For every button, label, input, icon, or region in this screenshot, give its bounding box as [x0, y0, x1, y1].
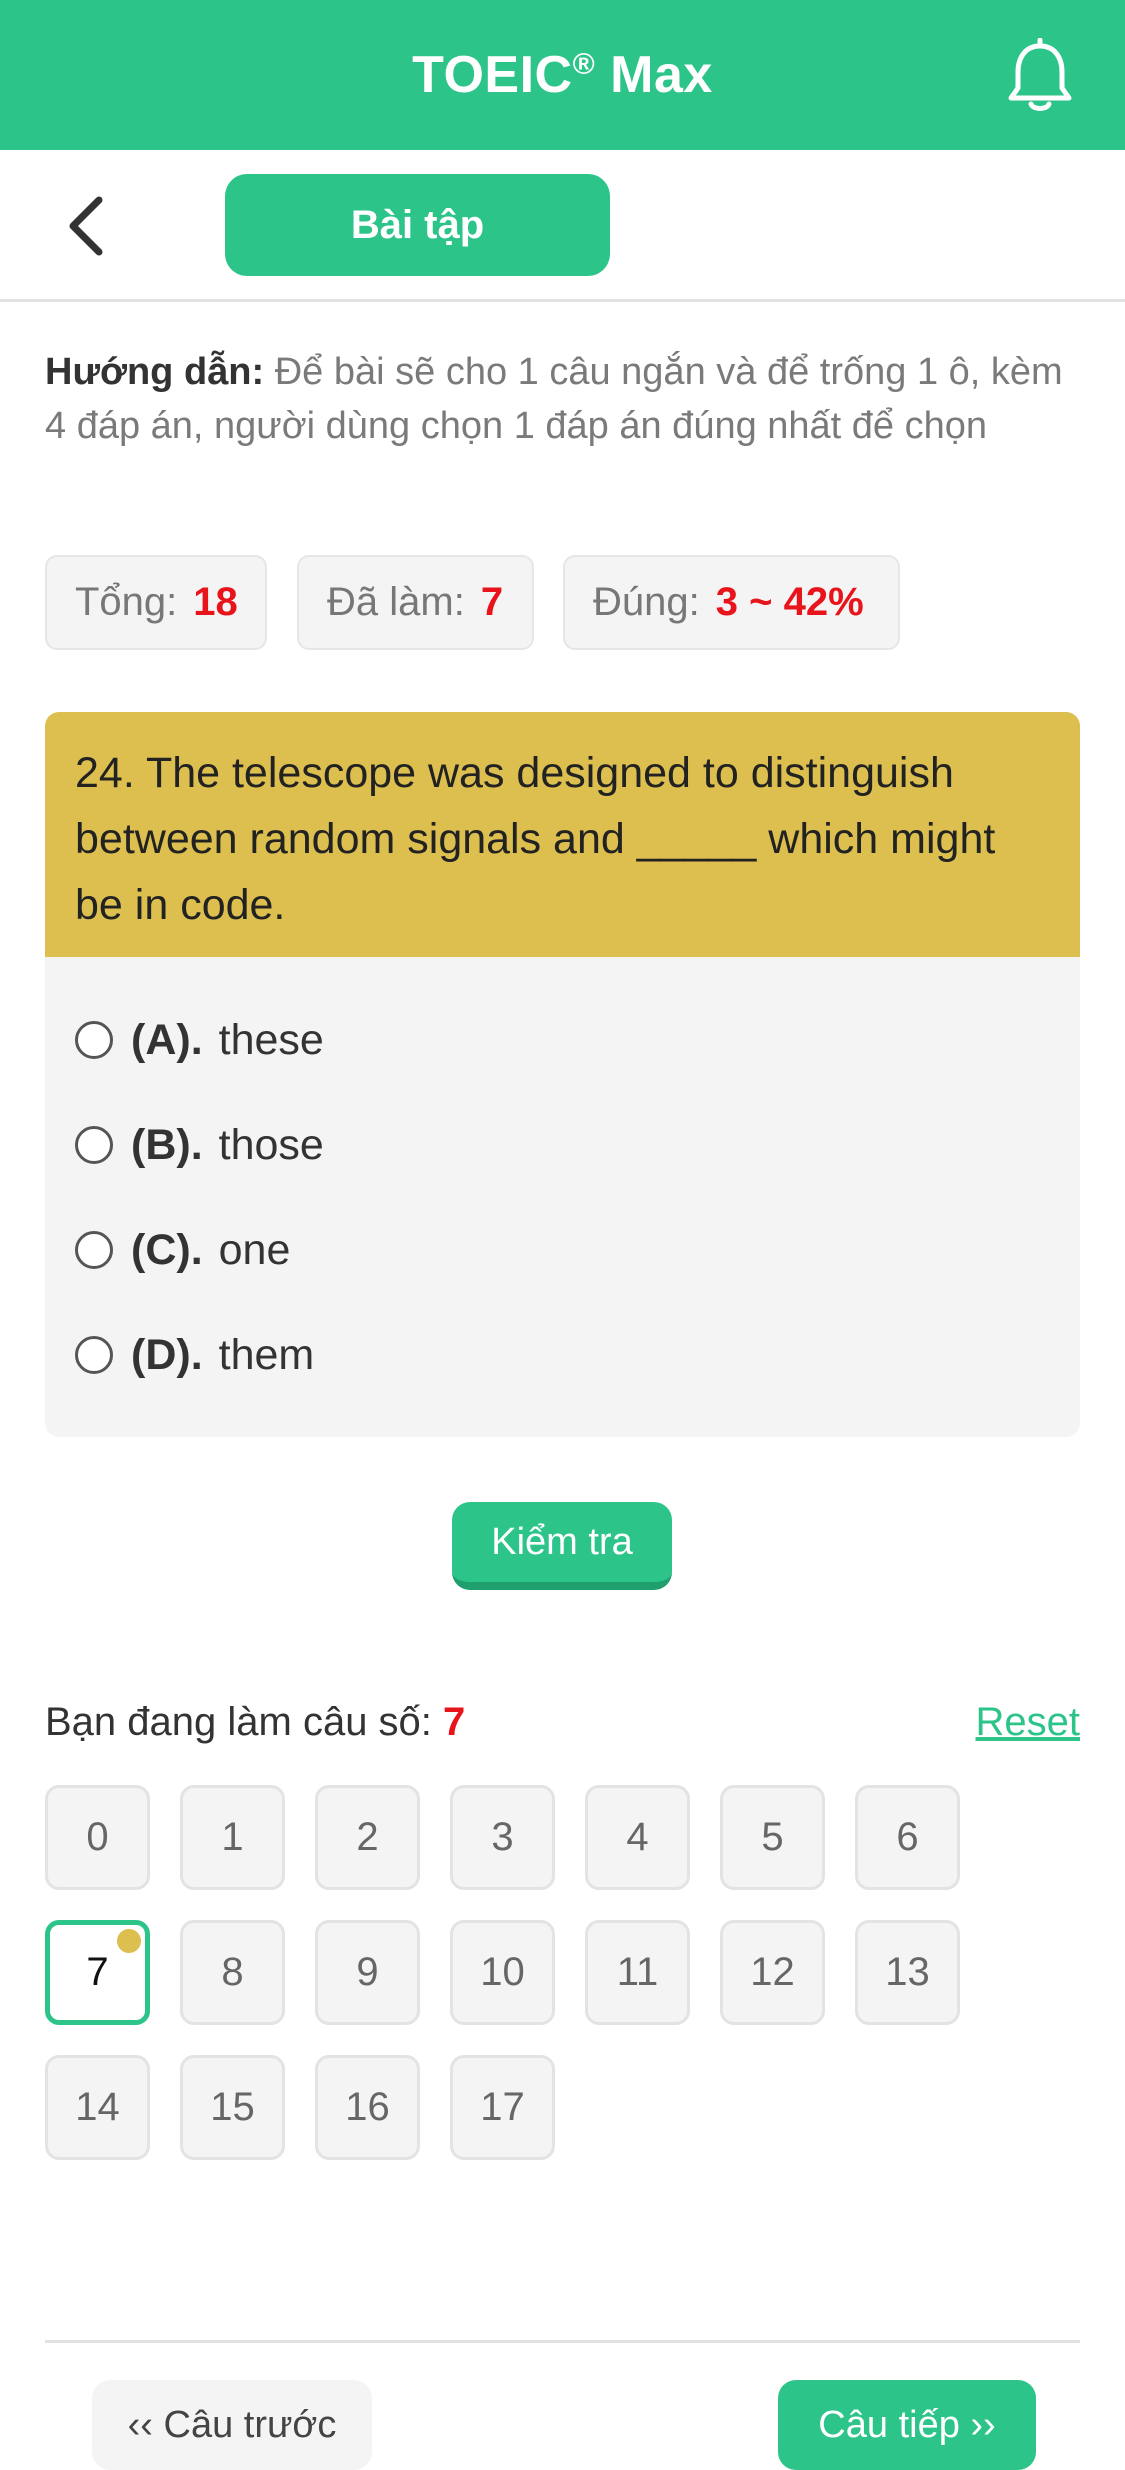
tab-exercise[interactable]: Bài tập: [225, 174, 610, 276]
chevron-left-icon[interactable]: [55, 190, 125, 262]
question-text: 24. The telescope was designed to distin…: [45, 712, 1080, 957]
current-indicator-dot: [117, 1929, 141, 1953]
radio-button-icon[interactable]: [75, 1336, 113, 1374]
radio-button-icon[interactable]: [75, 1126, 113, 1164]
question-number-cell[interactable]: 9: [315, 1920, 420, 2025]
instructions: Hướng dẫn: Để bài sẽ cho 1 câu ngắn và đ…: [45, 345, 1080, 453]
question-number-cell[interactable]: 15: [180, 2055, 285, 2160]
option-text: those: [218, 1120, 324, 1169]
stat-done-label: Đã làm:: [327, 580, 465, 624]
option-letter: (A).: [131, 1015, 203, 1064]
option-letter: (B).: [131, 1120, 203, 1169]
stat-total-value: 18: [193, 580, 238, 624]
stat-done: Đã làm: 7: [297, 555, 534, 650]
registered-mark: ®: [572, 48, 596, 81]
option-letter: (C).: [131, 1225, 203, 1274]
question-number-cell[interactable]: 1: [180, 1785, 285, 1890]
question-number-cell[interactable]: 5: [720, 1785, 825, 1890]
question-number-cell[interactable]: 12: [720, 1920, 825, 2025]
app-title-text: TOEIC: [412, 46, 573, 104]
check-button[interactable]: Kiểm tra: [452, 1502, 672, 1590]
stat-total-label: Tổng:: [75, 580, 178, 624]
question-number-cell[interactable]: 3: [450, 1785, 555, 1890]
option-text: them: [218, 1330, 315, 1379]
option-letter: (D).: [131, 1330, 203, 1379]
option-a[interactable]: (A). these: [75, 1005, 975, 1075]
option-text: one: [218, 1225, 291, 1274]
question-number-cell[interactable]: 13: [855, 1920, 960, 2025]
current-question-label: Bạn đang làm câu số: 7: [45, 1700, 465, 1745]
previous-question-button[interactable]: ‹‹ Câu trước: [92, 2380, 372, 2470]
app-title: TOEIC® Max: [412, 45, 713, 105]
stat-correct-value: 3 ~ 42%: [715, 580, 864, 624]
option-d[interactable]: (D). them: [75, 1320, 975, 1390]
question-number-cell[interactable]: 17: [450, 2055, 555, 2160]
reset-link[interactable]: Reset: [976, 1700, 1081, 1745]
stat-total: Tổng: 18: [45, 555, 267, 650]
question-number-cell[interactable]: 0: [45, 1785, 150, 1890]
app-bar: TOEIC® Max: [0, 0, 1125, 150]
question-number-cell[interactable]: 2: [315, 1785, 420, 1890]
question-number-cell[interactable]: 6: [855, 1785, 960, 1890]
current-question-text: Bạn đang làm câu số:: [45, 1700, 432, 1744]
option-b[interactable]: (B). those: [75, 1110, 975, 1180]
option-text: these: [218, 1015, 324, 1064]
question-number-cell[interactable]: 11: [585, 1920, 690, 2025]
question-number: 7: [86, 1950, 109, 1994]
answer-options: (A). these (B). those (C). one (D). them: [45, 957, 1080, 1437]
radio-button-icon[interactable]: [75, 1021, 113, 1059]
current-question-number: 7: [443, 1700, 466, 1744]
footer-divider: [45, 2340, 1080, 2343]
instructions-label: Hướng dẫn:: [45, 351, 265, 393]
question-number-cell[interactable]: 16: [315, 2055, 420, 2160]
radio-button-icon[interactable]: [75, 1231, 113, 1269]
question-number-cell-current[interactable]: 7: [45, 1920, 150, 2025]
app-title-suffix: Max: [595, 46, 713, 104]
next-question-button[interactable]: Câu tiếp ››: [778, 2380, 1036, 2470]
question-number-cell[interactable]: 10: [450, 1920, 555, 2025]
question-number-cell[interactable]: 14: [45, 2055, 150, 2160]
stat-done-value: 7: [480, 580, 504, 624]
sub-header: Bài tập: [0, 150, 1125, 302]
bell-icon[interactable]: [1005, 37, 1075, 114]
question-number-cell[interactable]: 8: [180, 1920, 285, 2025]
stat-correct-label: Đúng:: [593, 580, 700, 624]
stat-correct: Đúng: 3 ~ 42%: [563, 555, 900, 650]
question-number-cell[interactable]: 4: [585, 1785, 690, 1890]
option-c[interactable]: (C). one: [75, 1215, 975, 1285]
